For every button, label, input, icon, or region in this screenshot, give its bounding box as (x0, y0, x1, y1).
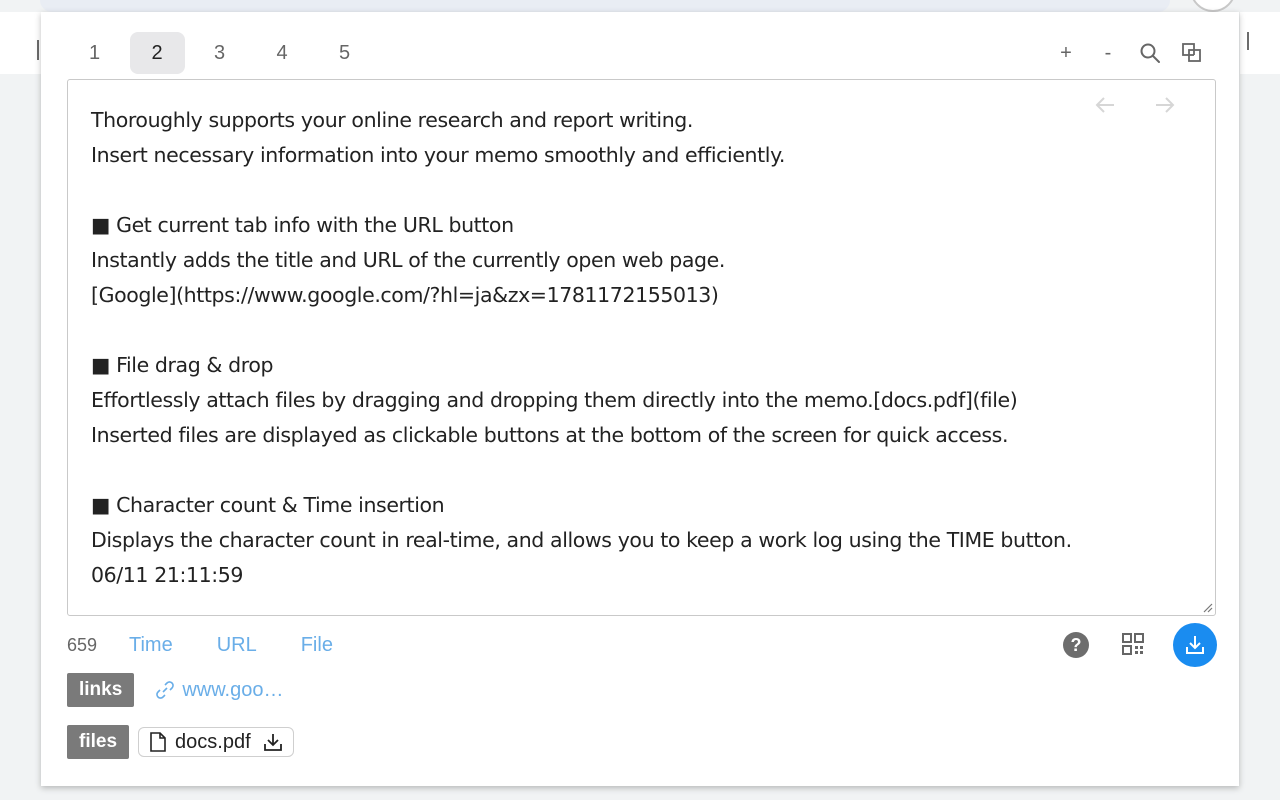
toolbar: + - (1045, 38, 1213, 68)
memo-tabs: 1 2 3 4 5 (67, 32, 380, 74)
save-download-button[interactable] (1173, 623, 1217, 667)
resize-handle-icon[interactable] (1201, 601, 1213, 613)
browser-avatar (1190, 0, 1236, 12)
files-tag: files (67, 725, 130, 759)
memo-popup: 1 2 3 4 5 + - Thoroughly supports your o… (41, 12, 1239, 786)
copy-icon (1182, 43, 1201, 62)
file-label: docs.pdf (175, 730, 251, 753)
search-button[interactable] (1129, 38, 1171, 68)
tab-1[interactable]: 1 (67, 32, 122, 74)
qr-code-icon (1122, 633, 1144, 655)
memo-text[interactable]: Thoroughly supports your online research… (91, 103, 1195, 593)
link-icon (156, 681, 175, 699)
right-actions: ? (1063, 623, 1217, 667)
page-strip-right (1240, 12, 1280, 74)
files-row: files docs.pdf (67, 725, 294, 759)
browser-top-bar (40, 0, 1170, 12)
text-cursor-right (1247, 32, 1249, 50)
tab-4[interactable]: 4 (255, 32, 310, 74)
links-tag: links (67, 673, 135, 707)
status-bar: 659 Time URL File (67, 625, 377, 665)
links-row: links www.goo… (67, 673, 283, 707)
link-item[interactable]: www.goo… (154, 679, 283, 702)
download-icon[interactable] (263, 732, 283, 752)
copy-button[interactable] (1171, 38, 1213, 68)
tab-2[interactable]: 2 (129, 32, 185, 74)
qr-button[interactable] (1121, 632, 1147, 658)
download-icon (1186, 636, 1204, 654)
file-button[interactable]: File (301, 634, 333, 657)
char-count: 659 (67, 634, 98, 655)
file-icon (150, 732, 166, 752)
zoom-out-button[interactable]: - (1087, 38, 1129, 68)
tab-3[interactable]: 3 (192, 32, 247, 74)
tab-5[interactable]: 5 (317, 32, 372, 74)
memo-editor[interactable]: Thoroughly supports your online research… (67, 79, 1216, 616)
search-icon (1140, 43, 1160, 63)
time-button[interactable]: Time (129, 634, 173, 657)
link-label: www.goo… (182, 678, 284, 701)
text-cursor-left (37, 40, 39, 60)
file-item[interactable]: docs.pdf (138, 727, 294, 757)
zoom-in-button[interactable]: + (1045, 38, 1087, 68)
url-button[interactable]: URL (217, 634, 257, 657)
page-strip-left (0, 12, 41, 74)
help-button[interactable]: ? (1063, 632, 1089, 658)
